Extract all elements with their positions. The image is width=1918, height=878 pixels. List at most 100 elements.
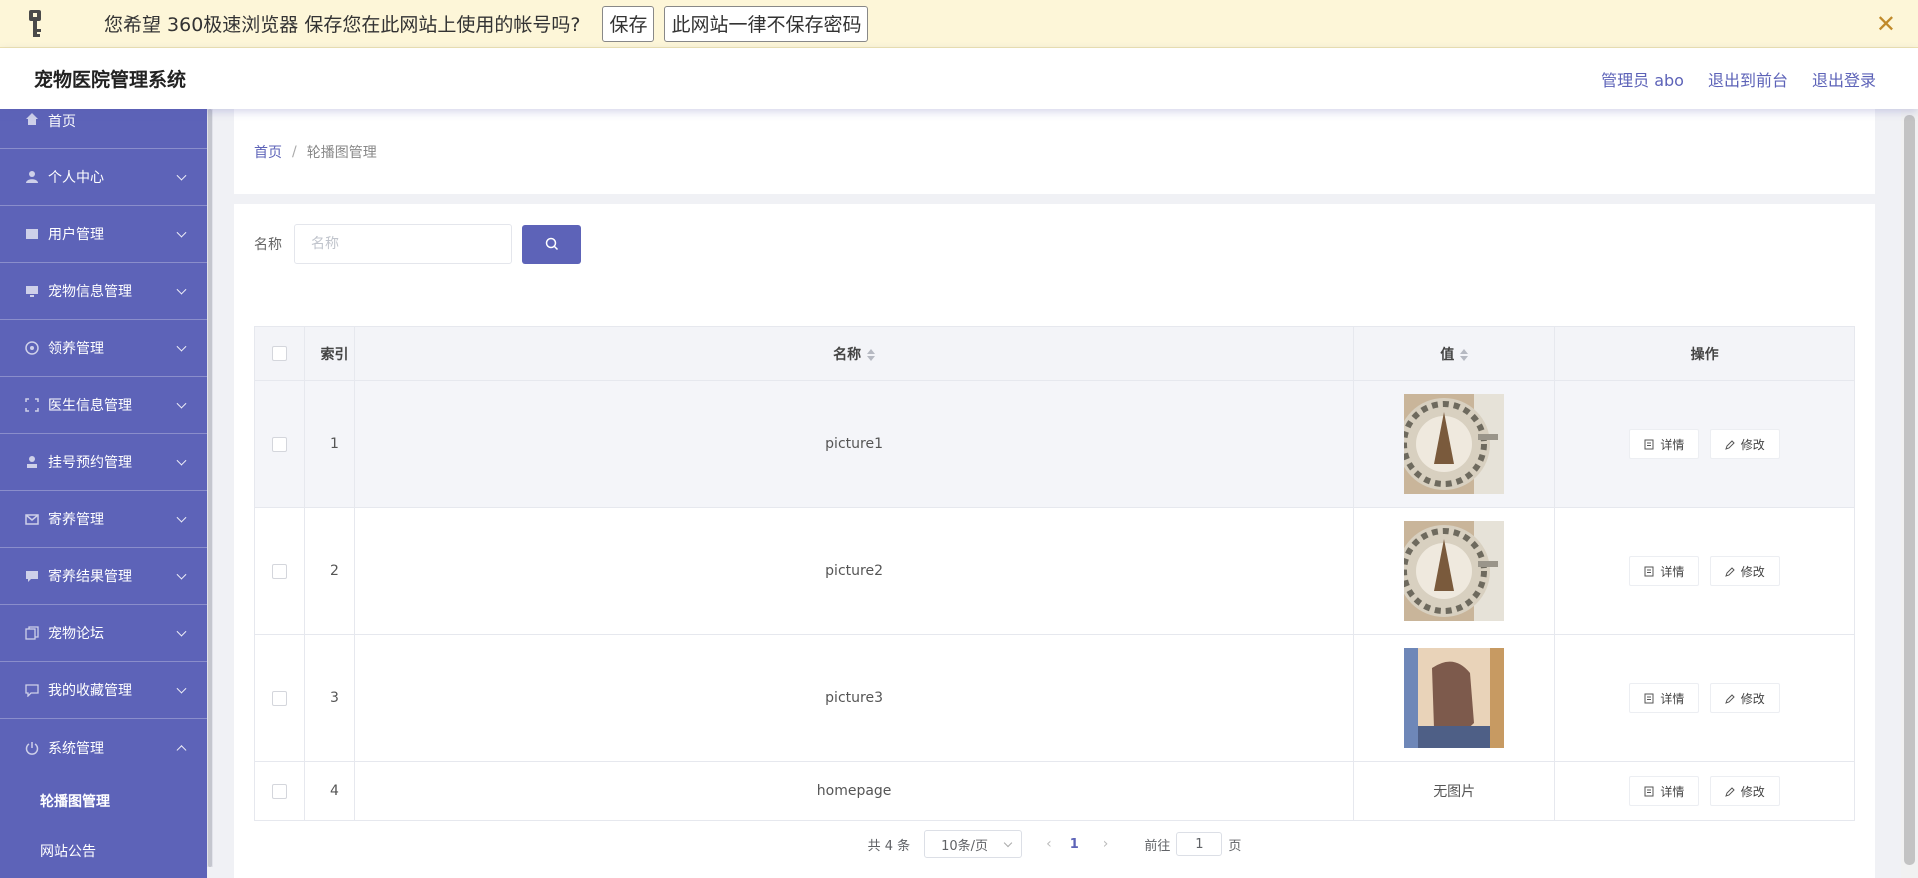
chevron-down-icon [176, 683, 187, 694]
sidebar: 首页 个人中心 用户管理 宠物信息管理 领养管理 医生信息管理 挂号预约管理 寄… [0, 109, 207, 878]
clock-thumbnail-image[interactable] [1404, 394, 1505, 494]
chevron-down-icon [176, 512, 187, 523]
chevron-down-icon [1003, 838, 1013, 848]
column-header-name[interactable]: 名称 [353, 326, 1355, 381]
current-page-number[interactable]: 1 [1070, 837, 1079, 852]
edit-icon [1725, 566, 1735, 577]
chevron-down-icon [176, 341, 187, 352]
row-value [1353, 380, 1556, 508]
row-actions: 详情 修改 [1554, 380, 1855, 508]
chevron-down-icon [176, 170, 187, 181]
sidebar-item-adoption[interactable]: 领养管理 [0, 320, 207, 377]
to-front-link[interactable]: 退出到前台 [1708, 67, 1788, 91]
sort-icon[interactable] [867, 348, 876, 361]
column-header-value[interactable]: 值 [1353, 326, 1556, 381]
sidebar-item-system[interactable]: 系统管理 [0, 719, 207, 776]
row-checkbox[interactable] [271, 783, 287, 799]
message-icon [24, 682, 40, 698]
table-row: 3 picture3 详情 修改 [254, 634, 1855, 762]
row-index: 2 [303, 507, 355, 635]
sidebar-item-boarding[interactable]: 寄养管理 [0, 491, 207, 548]
chevron-down-icon [176, 626, 187, 637]
edit-button[interactable]: 修改 [1709, 776, 1780, 806]
sidebar-item-profile[interactable]: 个人中心 [0, 149, 207, 206]
search-label: 名称 [254, 237, 282, 253]
pagination: 共 4 条 10条/页 ‹ 1 › 前往 页 [234, 830, 1875, 858]
table-header-row: 索引 名称 值 操作 [254, 326, 1855, 381]
column-header-name-label: 名称 [833, 346, 862, 363]
sidebar-item-label: 寄养管理 [48, 512, 104, 528]
detail-button[interactable]: 详情 [1629, 776, 1700, 806]
search-bar: 名称 [254, 224, 581, 264]
page-size-value: 10条/页 [941, 838, 989, 854]
sidebar-item-favorites[interactable]: 我的收藏管理 [0, 662, 207, 719]
select-all-checkbox[interactable] [271, 346, 287, 361]
page-scrollbar[interactable] [1901, 109, 1918, 878]
detail-button-label: 详情 [1660, 437, 1685, 452]
goto-prefix: 前往 [1144, 838, 1171, 854]
search-button[interactable] [522, 224, 581, 264]
edit-button-label: 修改 [1740, 564, 1765, 579]
carousel-table: 索引 名称 值 操作 1 picture1 详情 修改 2 picture2 详… [254, 326, 1855, 821]
page-size-select[interactable]: 10条/页 [924, 830, 1023, 858]
sidebar-item-label: 宠物信息管理 [48, 284, 132, 300]
sidebar-item-forum[interactable]: 宠物论坛 [0, 605, 207, 662]
row-checkbox[interactable] [271, 563, 287, 579]
sidebar-item-label: 寄养结果管理 [48, 569, 132, 585]
close-icon[interactable]: ✕ [1876, 10, 1896, 38]
row-value [1353, 507, 1556, 635]
prev-page-icon[interactable]: ‹ [1046, 836, 1052, 852]
users-icon [24, 226, 40, 242]
sidebar-scrollbar-thumb[interactable] [208, 109, 212, 867]
edit-icon [1725, 693, 1735, 704]
edit-button[interactable]: 修改 [1709, 683, 1780, 713]
hand-thumbnail-image[interactable] [1404, 648, 1505, 748]
row-checkbox[interactable] [271, 436, 287, 452]
mail-icon [24, 511, 40, 527]
document-icon [1644, 439, 1654, 449]
sort-icon[interactable] [1460, 348, 1469, 361]
chevron-down-icon [176, 227, 187, 238]
save-password-button[interactable]: 保存 [602, 5, 655, 42]
current-user[interactable]: 管理员 abo [1601, 67, 1684, 91]
sidebar-item-boarding-results[interactable]: 寄养结果管理 [0, 548, 207, 605]
sidebar-item-appointments[interactable]: 挂号预约管理 [0, 434, 207, 491]
edit-button[interactable]: 修改 [1709, 556, 1780, 586]
sidebar-item-doctors[interactable]: 医生信息管理 [0, 377, 207, 434]
sidebar-scrollbar[interactable] [207, 109, 213, 867]
user-icon [24, 169, 40, 185]
sidebar-subitem-carousel[interactable]: 轮播图管理 [0, 776, 207, 826]
sidebar-item-label: 系统管理 [48, 740, 104, 757]
edit-button[interactable]: 修改 [1709, 429, 1780, 459]
chat-icon [24, 568, 40, 584]
sidebar-item-label: 首页 [48, 114, 76, 130]
edit-button-label: 修改 [1740, 437, 1765, 452]
detail-button[interactable]: 详情 [1629, 683, 1700, 713]
detail-button[interactable]: 详情 [1629, 556, 1700, 586]
row-checkbox[interactable] [271, 690, 287, 706]
goto-page-input[interactable] [1176, 832, 1223, 856]
row-value [1353, 634, 1556, 762]
column-header-ops: 操作 [1554, 326, 1855, 381]
sidebar-item-users[interactable]: 用户管理 [0, 206, 207, 263]
logout-link[interactable]: 退出登录 [1812, 67, 1876, 91]
copy-icon [24, 625, 40, 641]
next-page-icon[interactable]: › [1103, 836, 1109, 852]
select-all-cell [254, 326, 305, 381]
row-actions: 详情 修改 [1554, 761, 1855, 821]
clock-thumbnail-image[interactable] [1404, 521, 1505, 621]
sidebar-subitem-announcements[interactable]: 网站公告 [0, 826, 207, 876]
breadcrumb-home[interactable]: 首页 [254, 142, 282, 162]
chevron-down-icon [176, 398, 187, 409]
never-save-button[interactable]: 此网站一律不保存密码 [664, 5, 869, 42]
search-input[interactable] [294, 224, 512, 264]
breadcrumb-separator: / [292, 143, 297, 160]
detail-button[interactable]: 详情 [1629, 429, 1700, 459]
sidebar-item-label: 用户管理 [48, 227, 104, 243]
edit-button-label: 修改 [1740, 784, 1765, 799]
save-password-bar: 您希望 360极速浏览器 保存您在此网站上使用的帐号吗? 保存 此网站一律不保存… [0, 0, 1918, 48]
sidebar-item-home[interactable]: 首页 [0, 109, 207, 149]
table-row: 2 picture2 详情 修改 [254, 507, 1855, 635]
page-scrollbar-thumb[interactable] [1904, 115, 1915, 865]
sidebar-item-pet-info[interactable]: 宠物信息管理 [0, 263, 207, 320]
